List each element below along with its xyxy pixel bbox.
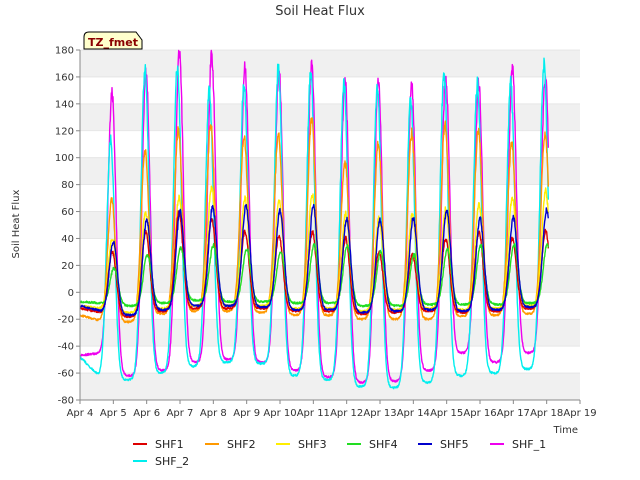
x-tick-label: Apr 17 (497, 408, 530, 419)
x-tick-label: Apr 4 (67, 408, 94, 419)
x-tick-label: Apr 8 (200, 408, 227, 419)
grid-band (80, 157, 580, 185)
x-tick-label: Apr 13 (363, 408, 396, 419)
y-tick-label: 0 (68, 288, 74, 299)
chart-title: Soil Heat Flux (275, 4, 365, 19)
legend-label-shf2: SHF2 (227, 438, 256, 451)
y-tick-label: 60 (61, 207, 74, 218)
y-tick-label: 20 (61, 261, 74, 272)
y-tick-label: 100 (55, 153, 74, 164)
x-tick-label: Apr 5 (100, 408, 127, 419)
legend-label-shf1: SHF1 (155, 438, 184, 451)
x-tick-label: Apr 15 (430, 408, 463, 419)
legend-label-shf5: SHF5 (440, 438, 469, 451)
x-tick-label: Apr 18 (530, 408, 563, 419)
y-tick-label: -40 (58, 342, 74, 353)
y-axis-label: Soil Heat Flux (11, 189, 22, 258)
x-tick-label: Apr 6 (133, 408, 160, 419)
y-tick-label: 40 (61, 234, 74, 245)
grid-band (80, 50, 580, 77)
y-tick-label: 80 (61, 180, 74, 191)
legend: SHF1 SHF2 SHF3 SHF4 SHF5 SHF_1 SHF_2 (133, 438, 546, 468)
legend-label-shf3: SHF3 (298, 438, 327, 451)
x-tick-label: Apr 10 (263, 408, 296, 419)
x-tick-label: Apr 19 (563, 408, 596, 419)
legend-label-shf-1: SHF_1 (512, 438, 546, 451)
y-tick-label: 180 (55, 46, 74, 57)
site-label-box: TZ_fmet (83, 31, 143, 50)
x-axis-label: Time (553, 425, 578, 436)
x-tick-label: Apr 11 (297, 408, 330, 419)
soil-heat-flux-chart: -80 -60 -40 -20 0 20 40 60 80 100 120 140 160 180 Apr … (11, 4, 597, 468)
x-tick-label: Apr 14 (397, 408, 430, 419)
y-tick-label: 120 (55, 126, 74, 137)
legend-label-shf-2: SHF_2 (155, 455, 189, 468)
y-tick-label: -20 (58, 315, 74, 326)
legend-label-shf4: SHF4 (369, 438, 398, 451)
site-label: TZ_fmet (88, 36, 138, 49)
y-tick-label: 140 (55, 99, 74, 110)
y-tick-label: 160 (55, 72, 74, 83)
x-tick-label: Apr 12 (330, 408, 363, 419)
x-tick-label: Apr 7 (167, 408, 194, 419)
grid-band (80, 103, 580, 131)
y-tick-label: -80 (58, 396, 74, 407)
grid-band (80, 211, 580, 239)
x-tick-label: Apr 9 (233, 408, 260, 419)
x-tick-label: Apr 16 (463, 408, 496, 419)
y-tick-label: -60 (58, 369, 74, 380)
